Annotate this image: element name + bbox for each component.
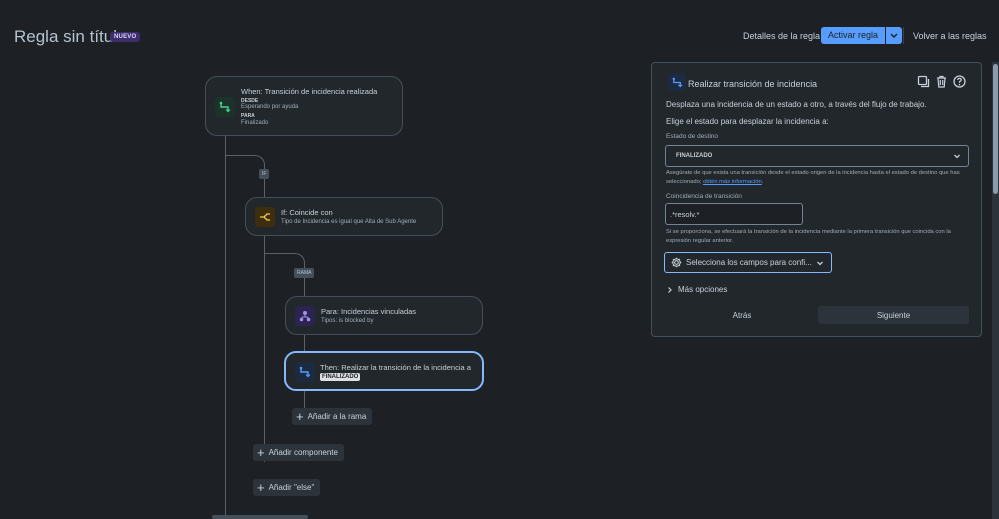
add-component-button[interactable]: + Añadir componente <box>253 444 344 461</box>
panel-actions <box>917 75 966 88</box>
destination-help-end: . <box>761 178 764 185</box>
plus-icon: + <box>257 480 265 495</box>
activate-options-button[interactable] <box>886 27 903 44</box>
plus-icon: + <box>296 409 304 424</box>
condition-subtitle: Tipo de Incidencia es igual que Alta de … <box>281 219 417 225</box>
scrollbar-thumb[interactable] <box>993 64 998 194</box>
more-options-label: Más opciones <box>678 285 728 294</box>
action-title: Then: Realizar la transición de la incid… <box>320 363 471 372</box>
linked-issues-icon <box>295 306 315 326</box>
next-button[interactable]: Siguiente <box>818 306 969 324</box>
if-tag: IF <box>259 169 270 179</box>
select-fields-label: Selecciona los campos para confi... <box>686 258 812 267</box>
transition-match-label: Coincidencia de transición <box>666 193 742 200</box>
destination-status-select[interactable]: FINALIZADO <box>665 145 969 167</box>
trash-icon[interactable] <box>935 75 948 88</box>
trigger-to-label: PARA <box>241 113 255 119</box>
add-else-button[interactable]: + Añadir "else" <box>253 479 321 496</box>
chevron-down-icon <box>817 261 823 266</box>
action-status-badge: FINALIZADO <box>320 373 361 381</box>
transition-icon <box>215 97 235 117</box>
flow-line <box>304 334 305 352</box>
config-panel: Realizar transición de incidencia Despla… <box>651 62 982 337</box>
transition-match-help: Si se proporciona, se efectuará la trans… <box>666 229 951 244</box>
help-icon[interactable] <box>953 75 966 88</box>
panel-description: Desplaza una incidencia de un estado a o… <box>666 100 927 109</box>
learn-more-link[interactable]: obtén más información <box>703 179 762 185</box>
flow-line <box>304 390 305 408</box>
plus-icon: + <box>257 445 265 460</box>
transition-match-field[interactable] <box>665 203 803 225</box>
vertical-scrollbar[interactable] <box>992 62 999 519</box>
flow-line <box>264 235 265 462</box>
top-bar: Regla sin título NUEVO Detalles de la re… <box>0 0 999 70</box>
activate-rule-button[interactable]: Activar regla <box>821 27 886 44</box>
branch-title: Para: Incidencias vinculadas <box>321 307 417 316</box>
trigger-to-value: Finalizado <box>241 120 269 126</box>
horizontal-scrollbar[interactable] <box>212 515 308 519</box>
more-options-toggle[interactable]: Más opciones <box>666 285 727 294</box>
branch-subtitle: Tipos: is blocked by <box>321 318 374 324</box>
add-component-label: Añadir componente <box>268 448 338 457</box>
duplicate-icon[interactable] <box>917 75 930 88</box>
activate-rule-group: Activar regla <box>821 27 903 44</box>
trigger-from-value: Esperando por ayuda <box>241 104 299 110</box>
trigger-title: When: Transición de incidencia realizada <box>241 87 378 96</box>
add-else-label: Añadir "else" <box>268 483 315 492</box>
rule-details-button[interactable]: Detalles de la regla <box>743 31 820 41</box>
chevron-down-icon <box>954 154 960 159</box>
destination-status-value: FINALIZADO <box>676 153 713 159</box>
add-to-branch-button[interactable]: + Añadir a la rama <box>292 408 373 425</box>
action-node[interactable]: Then: Realizar la transición de la incid… <box>284 351 484 391</box>
flow-line <box>264 253 305 269</box>
new-badge: NUEVO <box>110 32 141 42</box>
branch-condition-icon <box>255 207 275 227</box>
condition-title: If: Coincide con <box>281 208 333 217</box>
condition-node[interactable]: If: Coincide con Tipo de Incidencia es i… <box>245 197 443 236</box>
destination-help: Asegúrate de que exista una transición d… <box>666 169 971 186</box>
destination-label: Estado de destino <box>666 133 719 140</box>
transition-match-input[interactable] <box>670 209 795 220</box>
panel-choose-text: Elige el estado para desplazar la incide… <box>666 117 829 126</box>
branch-tag: RAMA <box>294 268 315 278</box>
transition-icon <box>295 362 315 382</box>
trigger-node[interactable]: When: Transición de incidencia realizada… <box>205 76 403 136</box>
panel-title: Realizar transición de incidencia <box>688 79 818 89</box>
header-divider <box>903 27 904 44</box>
gear-icon <box>671 257 682 268</box>
select-fields-button[interactable]: Selecciona los campos para confi... <box>664 252 832 273</box>
transition-icon <box>668 73 686 91</box>
chevron-down-icon <box>890 33 898 38</box>
back-button[interactable]: Atrás <box>667 306 817 324</box>
chevron-right-icon <box>668 286 672 293</box>
add-to-branch-label: Añadir a la rama <box>307 412 367 421</box>
flow-line <box>225 136 226 519</box>
back-to-rules-button[interactable]: Volver a las reglas <box>913 31 987 41</box>
branch-node[interactable]: Para: Incidencias vinculadas Tipos: is b… <box>285 296 483 335</box>
